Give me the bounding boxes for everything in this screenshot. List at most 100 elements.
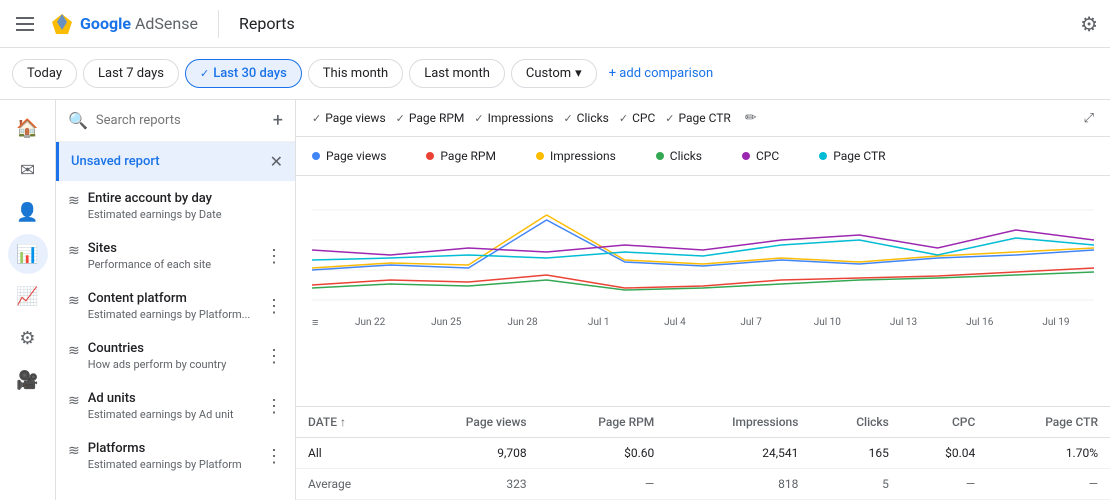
nav-icon-mail[interactable]: ✉ bbox=[8, 150, 48, 190]
add-comparison-button[interactable]: + add comparison bbox=[609, 66, 713, 81]
nav-icon-video[interactable]: 🎥 bbox=[8, 360, 48, 400]
filter-last30[interactable]: ✓ Last 30 days bbox=[185, 59, 302, 88]
nav-icon-settings[interactable]: ⚙ bbox=[8, 318, 48, 358]
chip-check-icon: ✓ bbox=[619, 112, 628, 125]
col-clicks[interactable]: Clicks bbox=[810, 407, 900, 438]
col-date[interactable]: DATE ↑ bbox=[296, 407, 403, 438]
axis-label-2: Jun 28 bbox=[484, 317, 560, 328]
axis-label-1: Jun 25 bbox=[408, 317, 484, 328]
expand-icon[interactable]: ⤢ bbox=[1084, 111, 1094, 126]
cell-pagerpm-all: $0.60 bbox=[539, 438, 667, 469]
legend-pagectr[interactable]: Page CTR bbox=[819, 149, 885, 163]
legend-label-pageviews: Page views bbox=[326, 149, 386, 163]
nav-icon-chart[interactable]: 📊 bbox=[8, 234, 48, 274]
axis-label-5: Jul 7 bbox=[713, 317, 789, 328]
nav-item-countries[interactable]: ≋ Countries How ads perform by country ⋮ bbox=[56, 331, 295, 381]
chip-filter-row: ✓ Page views ✓ Page RPM ✓ Impressions ✓ … bbox=[296, 100, 1110, 137]
logo-icon bbox=[50, 12, 74, 36]
chip-cpc[interactable]: ✓ CPC bbox=[619, 111, 655, 125]
edit-metrics-icon[interactable]: ✏ bbox=[745, 110, 757, 126]
unsaved-report-item[interactable]: Unsaved report ✕ bbox=[56, 142, 295, 181]
col-pagectr[interactable]: Page CTR bbox=[987, 407, 1110, 438]
axis-label-9: Jul 19 bbox=[1018, 317, 1094, 328]
nav-item-icon-1: ≋ bbox=[68, 243, 80, 259]
filter-last7[interactable]: Last 7 days bbox=[83, 59, 179, 88]
legend-impressions[interactable]: Impressions bbox=[536, 149, 616, 163]
nav-item-sites[interactable]: ≋ Sites Performance of each site ⋮ bbox=[56, 231, 295, 281]
chip-check-icon: ✓ bbox=[563, 112, 572, 125]
nav-item-platforms[interactable]: ≋ Platforms Estimated earnings by Platfo… bbox=[56, 431, 295, 481]
dropdown-arrow-icon: ▾ bbox=[575, 66, 582, 81]
cell-pagerpm-avg: — bbox=[539, 469, 667, 500]
right-panel: ✓ Page views ✓ Page RPM ✓ Impressions ✓ … bbox=[296, 100, 1110, 500]
filter-thismonth[interactable]: This month bbox=[308, 59, 403, 88]
nav-icon-trending[interactable]: 📈 bbox=[8, 276, 48, 316]
axis-filter-icon[interactable]: ≡ bbox=[312, 316, 332, 329]
table-row: All 9,708 $0.60 24,541 165 $0.04 1.70% bbox=[296, 438, 1110, 469]
chip-check-icon: ✓ bbox=[396, 112, 405, 125]
chip-impressions[interactable]: ✓ Impressions bbox=[474, 111, 553, 125]
chip-label: Impressions bbox=[488, 111, 554, 125]
legend-cpc[interactable]: CPC bbox=[742, 149, 779, 163]
nav-item-icon-5: ≋ bbox=[68, 443, 80, 459]
filter-today[interactable]: Today bbox=[12, 59, 77, 88]
x-axis: ≡ Jun 22 Jun 25 Jun 28 Jul 1 Jul 4 Jul 7… bbox=[312, 314, 1094, 331]
nav-item-more-icon-5[interactable]: ⋮ bbox=[265, 446, 283, 467]
settings-icon[interactable]: ⚙ bbox=[1080, 12, 1098, 36]
nav-item-entire-account[interactable]: ≋ Entire account by day Estimated earnin… bbox=[56, 181, 295, 231]
nav-item-more-icon-1[interactable]: ⋮ bbox=[265, 246, 283, 267]
filter-bar: Today Last 7 days ✓ Last 30 days This mo… bbox=[0, 48, 1110, 100]
legend-dot-pagectr bbox=[819, 152, 827, 160]
add-report-icon[interactable]: + bbox=[273, 110, 283, 131]
line-chart bbox=[312, 180, 1094, 310]
data-table: DATE ↑ Page views Page RPM Impressions bbox=[296, 406, 1110, 500]
close-report-icon[interactable]: ✕ bbox=[270, 152, 283, 171]
col-pageviews[interactable]: Page views bbox=[403, 407, 538, 438]
axis-label-7: Jul 13 bbox=[865, 317, 941, 328]
col-impressions[interactable]: Impressions bbox=[666, 407, 810, 438]
nav-item-content-platform[interactable]: ≋ Content platform Estimated earnings by… bbox=[56, 281, 295, 331]
filter-lastmonth[interactable]: Last month bbox=[409, 59, 505, 88]
legend-pagerpm[interactable]: Page RPM bbox=[426, 149, 496, 163]
nav-icon-home[interactable]: 🏠 bbox=[8, 108, 48, 148]
chip-pagectr[interactable]: ✓ Page CTR bbox=[665, 111, 731, 125]
chip-label: Clicks bbox=[577, 111, 609, 125]
cell-pagectr-all: 1.70% bbox=[987, 438, 1110, 469]
unsaved-report-label: Unsaved report bbox=[71, 154, 270, 169]
chip-clicks[interactable]: ✓ Clicks bbox=[563, 111, 608, 125]
search-row: 🔍 + bbox=[56, 100, 295, 142]
legend-dot-impressions bbox=[536, 152, 544, 160]
chip-pageviews[interactable]: ✓ Page views bbox=[312, 111, 386, 125]
filter-custom[interactable]: Custom ▾ bbox=[511, 59, 597, 88]
nav-icon-user[interactable]: 👤 bbox=[8, 192, 48, 232]
legend-label-impressions: Impressions bbox=[550, 149, 616, 163]
nav-item-sub-5: Estimated earnings by Platform bbox=[88, 458, 257, 471]
chip-label: CPC bbox=[632, 111, 655, 125]
legend-clicks[interactable]: Clicks bbox=[656, 149, 702, 163]
nav-item-more-icon-2[interactable]: ⋮ bbox=[265, 296, 283, 317]
cell-impressions-all: 24,541 bbox=[666, 438, 810, 469]
cell-date-avg: Average bbox=[296, 469, 403, 500]
cell-pagectr-avg: — bbox=[987, 469, 1110, 500]
left-sidebar: 🔍 + Unsaved report ✕ ≋ Entire account by… bbox=[56, 100, 296, 500]
menu-icon[interactable] bbox=[12, 13, 38, 35]
search-input[interactable] bbox=[96, 113, 265, 128]
table-row: Average 323 — 818 5 — — bbox=[296, 469, 1110, 500]
nav-item-title-1: Sites bbox=[88, 241, 257, 256]
legend-dot-pageviews bbox=[312, 152, 320, 160]
logo-text: Google AdSense bbox=[80, 14, 198, 33]
cell-pageviews-all: 9,708 bbox=[403, 438, 538, 469]
chip-pagerpm[interactable]: ✓ Page RPM bbox=[396, 111, 465, 125]
cell-cpc-all: $0.04 bbox=[901, 438, 987, 469]
nav-item-more-icon-3[interactable]: ⋮ bbox=[265, 346, 283, 367]
nav-item-sub-1: Performance of each site bbox=[88, 258, 257, 271]
nav-item-ad-units[interactable]: ≋ Ad units Estimated earnings by Ad unit… bbox=[56, 381, 295, 431]
nav-item-icon-4: ≋ bbox=[68, 393, 80, 409]
legend-label-pagerpm: Page RPM bbox=[440, 149, 496, 163]
legend-pageviews[interactable]: Page views bbox=[312, 149, 386, 163]
legend-label-pagectr: Page CTR bbox=[833, 149, 885, 163]
legend-dot-pagerpm bbox=[426, 152, 434, 160]
nav-item-more-icon-4[interactable]: ⋮ bbox=[265, 396, 283, 417]
col-pagerpm[interactable]: Page RPM bbox=[539, 407, 667, 438]
col-cpc[interactable]: CPC bbox=[901, 407, 987, 438]
